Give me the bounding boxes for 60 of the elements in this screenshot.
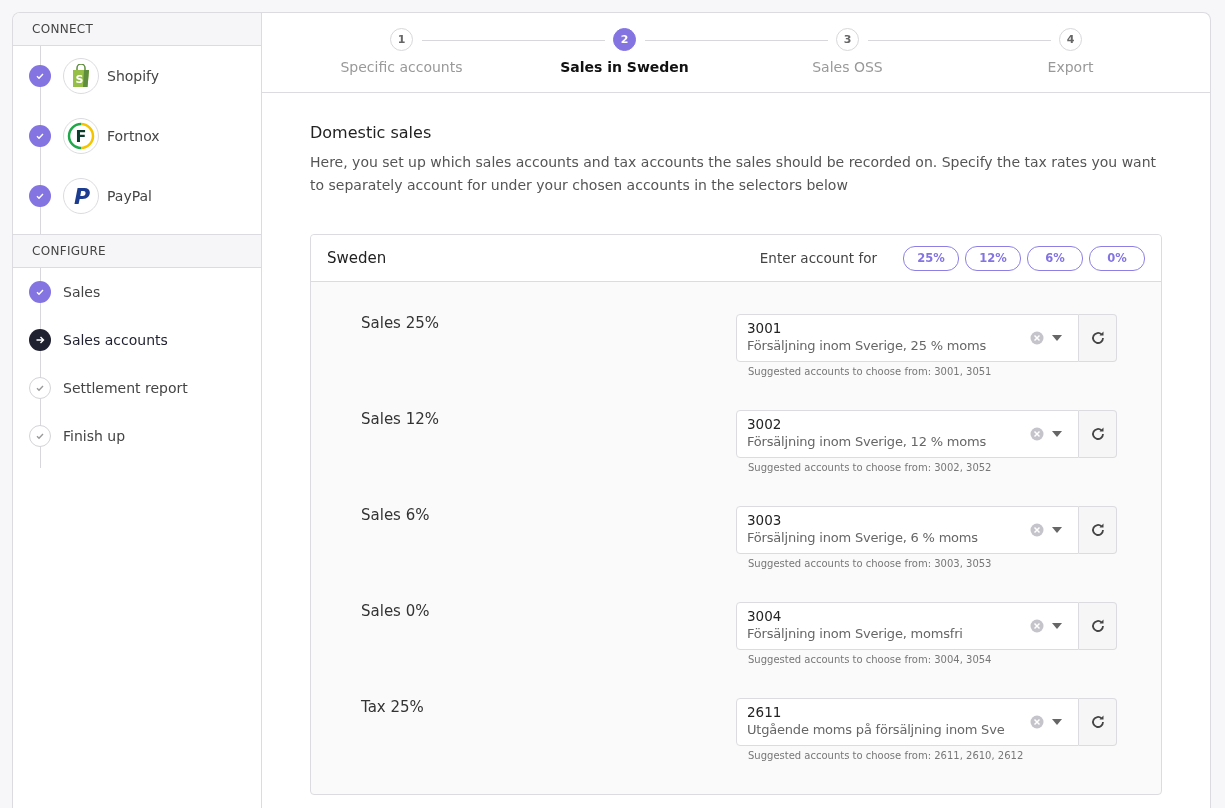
nav-item[interactable]: Sales (63, 284, 101, 300)
step-number[interactable]: 3 (836, 28, 859, 51)
account-select[interactable]: 3003 Försäljning inom Sverige, 6 % moms (736, 506, 1079, 554)
rate-button[interactable]: 12% (965, 245, 1021, 271)
nav-item[interactable]: Finish up (63, 428, 126, 444)
nav-item[interactable]: Fortnox (107, 128, 160, 144)
account-select[interactable]: 3004 Försäljning inom Sverige, momsfri (736, 602, 1079, 650)
caret-icon[interactable] (1052, 719, 1062, 725)
check-icon (35, 431, 45, 441)
suggestion-hint: Suggested accounts to choose from: 3001, 3051 (748, 366, 993, 377)
refresh-icon (1089, 426, 1106, 442)
section-heading: CONFIGURE (13, 235, 261, 268)
row-label: Sales 12% (361, 410, 441, 428)
suggestion-hint: Suggested accounts to choose from: 2611, 2610, 2612 (748, 750, 1025, 761)
caret-icon[interactable] (1052, 623, 1062, 629)
rates-label: Enter account for (759, 250, 877, 266)
refresh-button[interactable] (1079, 698, 1117, 746)
section-title: Domestic sales (310, 123, 433, 142)
nav-item[interactable]: Shopify (107, 68, 160, 84)
refresh-button[interactable] (1079, 314, 1117, 362)
section-description: Here, you set up which sales accounts and tax accounts the sales should be recorded on. Specify the tax rates you want to separately account for under your chosen accounts in the selectors below (310, 153, 1158, 195)
check-icon (35, 287, 45, 297)
account-select[interactable]: 2611 Utgående moms på försäljning inom Sve (736, 698, 1079, 746)
step-number[interactable]: 2 (613, 28, 636, 51)
refresh-icon (1089, 714, 1106, 730)
check-icon (35, 383, 45, 393)
caret-icon[interactable] (1052, 335, 1062, 341)
refresh-icon (1089, 618, 1106, 634)
suggestion-hint: Suggested accounts to choose from: 3002, 3052 (748, 462, 993, 473)
nav-item[interactable]: Sales accounts (63, 332, 168, 348)
refresh-button[interactable] (1079, 410, 1117, 458)
account-select[interactable]: 3001 Försäljning inom Sverige, 25 % moms (736, 314, 1079, 362)
rate-button[interactable]: 6% (1027, 245, 1083, 271)
refresh-icon (1089, 330, 1106, 346)
panel-title: Sweden (327, 249, 388, 267)
rate-button[interactable]: 0% (1089, 245, 1145, 271)
refresh-icon (1089, 522, 1106, 538)
check-icon (35, 191, 45, 201)
row-label: Tax 25% (361, 698, 425, 716)
caret-icon[interactable] (1052, 527, 1062, 533)
nav-item[interactable]: PayPal (107, 188, 152, 204)
step-number[interactable]: 1 (390, 28, 413, 51)
row-label: Sales 6% (361, 506, 431, 524)
nav-item[interactable]: Settlement report (63, 380, 188, 396)
check-icon (35, 131, 45, 141)
rate-button[interactable]: 25% (903, 245, 959, 271)
arrow-right-icon (35, 335, 45, 345)
check-icon (35, 71, 45, 81)
section-heading: CONNECT (13, 13, 261, 46)
suggestion-hint: Suggested accounts to choose from: 3004, 3054 (748, 654, 993, 665)
refresh-button[interactable] (1079, 602, 1117, 650)
letter-p-icon: P (69, 183, 93, 209)
row-label: Sales 25% (361, 314, 441, 332)
suggestion-hint: Suggested accounts to choose from: 3003, 3053 (748, 558, 993, 569)
step-label[interactable]: Sales in Sweden (560, 59, 689, 75)
refresh-button[interactable] (1079, 506, 1117, 554)
caret-icon[interactable] (1052, 431, 1062, 437)
step-number[interactable]: 4 (1059, 28, 1082, 51)
row-label: Sales 0% (361, 602, 431, 620)
account-select[interactable]: 3002 Försäljning inom Sverige, 12 % moms (736, 410, 1079, 458)
